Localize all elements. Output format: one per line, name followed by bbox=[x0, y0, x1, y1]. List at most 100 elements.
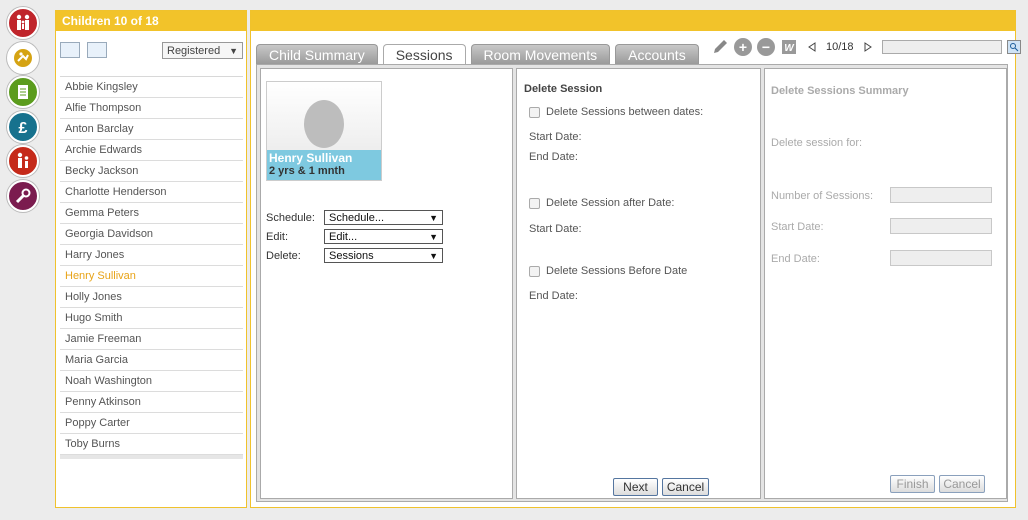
summary-title: Delete Sessions Summary bbox=[771, 85, 909, 97]
child-list-item[interactable]: Alfie Thompson bbox=[60, 98, 243, 119]
delete-session-column: Delete Session Delete Sessions between d… bbox=[516, 68, 761, 499]
child-list-item[interactable]: Charlotte Henderson bbox=[60, 182, 243, 203]
remove-circle-icon[interactable]: − bbox=[757, 38, 775, 56]
tab-room-movements[interactable]: Room Movements bbox=[470, 44, 611, 64]
register-nav-icon[interactable] bbox=[7, 76, 39, 109]
finish-button[interactable]: Finish bbox=[890, 475, 935, 493]
between-dates-label: Delete Sessions between dates: bbox=[546, 106, 704, 118]
delete-session-title: Delete Session bbox=[524, 83, 603, 95]
child-list-item[interactable]: Toby Burns bbox=[60, 434, 243, 455]
chevron-down-icon: ▼ bbox=[229, 45, 238, 56]
app-nav-rail: £ bbox=[7, 7, 41, 215]
num-sessions-field bbox=[890, 187, 992, 203]
edit-pencil-icon[interactable] bbox=[711, 38, 729, 56]
sessions-content: Henry Sullivan 2 yrs & 1 mnth Schedule: … bbox=[256, 64, 1008, 502]
delete-select[interactable]: Sessions ▼ bbox=[324, 248, 443, 263]
child-list-item[interactable]: Georgia Davidson bbox=[60, 224, 243, 245]
tab-bar: Child Summary Sessions Room Movements Accou… bbox=[256, 44, 699, 64]
child-list: Abbie Kingsley Alfie Thompson Anton Barcla… bbox=[60, 76, 243, 459]
children-count-title: Children 10 of 18 bbox=[56, 11, 246, 31]
summary-end-date-field bbox=[890, 250, 992, 266]
search-icon[interactable] bbox=[1006, 40, 1021, 54]
next-record-icon[interactable] bbox=[859, 38, 877, 56]
child-photo-card: Henry Sullivan 2 yrs & 1 mnth bbox=[266, 81, 382, 181]
delete-for-label: Delete session for: bbox=[771, 137, 863, 149]
start-date-label: Start Date: bbox=[529, 131, 582, 143]
between-dates-checkbox[interactable] bbox=[529, 106, 540, 118]
tab-child-summary[interactable]: Child Summary bbox=[256, 44, 378, 64]
child-list-item[interactable]: Jamie Freeman bbox=[60, 329, 243, 350]
start-date-label: Start Date: bbox=[529, 223, 582, 235]
chevron-down-icon: ▼ bbox=[429, 250, 438, 261]
child-actions-column: Henry Sullivan 2 yrs & 1 mnth Schedule: … bbox=[260, 68, 513, 499]
delete-summary-column: Delete Sessions Summary Delete session f… bbox=[764, 68, 1007, 499]
summary-end-date-label: End Date: bbox=[771, 253, 820, 265]
child-list-item[interactable]: Noah Washington bbox=[60, 371, 243, 392]
after-date-checkbox[interactable] bbox=[529, 197, 540, 209]
status-filter-value: Registered bbox=[167, 44, 221, 57]
add-circle-icon[interactable]: + bbox=[734, 38, 752, 56]
svg-text:W: W bbox=[784, 43, 795, 54]
activity-nav-icon[interactable] bbox=[7, 41, 39, 74]
schedule-row: Schedule: Schedule... ▼ bbox=[266, 210, 443, 225]
child-list-item[interactable]: Poppy Carter bbox=[60, 413, 243, 434]
chevron-down-icon: ▼ bbox=[429, 212, 438, 223]
child-list-item[interactable]: Harry Jones bbox=[60, 245, 243, 266]
before-date-option[interactable]: Delete Sessions Before Date bbox=[529, 265, 687, 277]
before-date-checkbox[interactable] bbox=[529, 265, 540, 277]
schedule-select-value: Schedule... bbox=[329, 211, 385, 224]
delete-row: Delete: Sessions ▼ bbox=[266, 248, 443, 263]
tab-accounts[interactable]: Accounts bbox=[615, 44, 699, 64]
child-list-item[interactable]: Penny Atkinson bbox=[60, 392, 243, 413]
child-list-item[interactable]: Gemma Peters bbox=[60, 203, 243, 224]
child-list-item[interactable]: Holly Jones bbox=[60, 287, 243, 308]
child-list-item[interactable]: Archie Edwards bbox=[60, 140, 243, 161]
svg-text:£: £ bbox=[19, 120, 28, 137]
after-date-label: Delete Session after Date: bbox=[546, 197, 675, 209]
between-dates-option[interactable]: Delete Sessions between dates: bbox=[529, 106, 703, 118]
child-list-footer bbox=[60, 459, 243, 507]
children-panel: Children 10 of 18 Registered ▼ Abbie Kin… bbox=[55, 10, 247, 508]
status-filter-select[interactable]: Registered ▼ bbox=[162, 42, 243, 59]
summary-start-date-field bbox=[890, 218, 992, 234]
edit-label: Edit: bbox=[266, 230, 289, 243]
main-header-bar bbox=[251, 11, 1015, 31]
edit-select[interactable]: Edit... ▼ bbox=[324, 229, 443, 244]
child-list-item[interactable]: Becky Jackson bbox=[60, 161, 243, 182]
summary-cancel-button[interactable]: Cancel bbox=[939, 475, 985, 493]
before-date-label: Delete Sessions Before Date bbox=[546, 265, 688, 277]
children-nav-icon[interactable] bbox=[7, 7, 39, 39]
child-list-item[interactable]: Maria Garcia bbox=[60, 350, 243, 371]
cancel-button[interactable]: Cancel bbox=[662, 478, 709, 496]
end-date-label: End Date: bbox=[529, 151, 578, 163]
search-input[interactable] bbox=[881, 40, 1002, 54]
previous-record-icon[interactable] bbox=[803, 38, 821, 56]
after-date-option[interactable]: Delete Session after Date: bbox=[529, 197, 674, 209]
schedule-select[interactable]: Schedule... ▼ bbox=[324, 210, 443, 225]
grid-view-icon[interactable] bbox=[87, 42, 107, 58]
record-toolbar: + − W 10/18 bbox=[711, 37, 1021, 57]
next-button[interactable]: Next bbox=[613, 478, 658, 496]
record-page-count: 10/18 bbox=[826, 41, 854, 53]
child-list-item[interactable]: Abbie Kingsley bbox=[60, 77, 243, 98]
child-age: 2 yrs & 1 mnth bbox=[269, 165, 345, 177]
child-name: Henry Sullivan bbox=[269, 151, 353, 165]
finance-nav-icon[interactable]: £ bbox=[7, 110, 39, 143]
child-list-item[interactable]: Henry Sullivan bbox=[60, 266, 243, 287]
list-view-icon[interactable] bbox=[60, 42, 80, 58]
schedule-label: Schedule: bbox=[266, 211, 315, 224]
delete-label: Delete: bbox=[266, 249, 301, 262]
report-icon[interactable]: W bbox=[780, 38, 798, 56]
staff-nav-icon[interactable] bbox=[7, 145, 39, 178]
settings-nav-icon[interactable] bbox=[7, 179, 39, 212]
child-list-item[interactable]: Anton Barclay bbox=[60, 119, 243, 140]
num-sessions-label: Number of Sessions: bbox=[771, 190, 874, 202]
tab-sessions[interactable]: Sessions bbox=[382, 44, 466, 64]
summary-start-date-label: Start Date: bbox=[771, 221, 824, 233]
chevron-down-icon: ▼ bbox=[429, 231, 438, 242]
child-photo-caption: Henry Sullivan 2 yrs & 1 mnth bbox=[267, 150, 381, 180]
child-list-item[interactable]: Hugo Smith bbox=[60, 308, 243, 329]
children-toolbar: Registered ▼ bbox=[56, 31, 246, 67]
edit-select-value: Edit... bbox=[329, 230, 358, 243]
end-date-label: End Date: bbox=[529, 290, 578, 302]
